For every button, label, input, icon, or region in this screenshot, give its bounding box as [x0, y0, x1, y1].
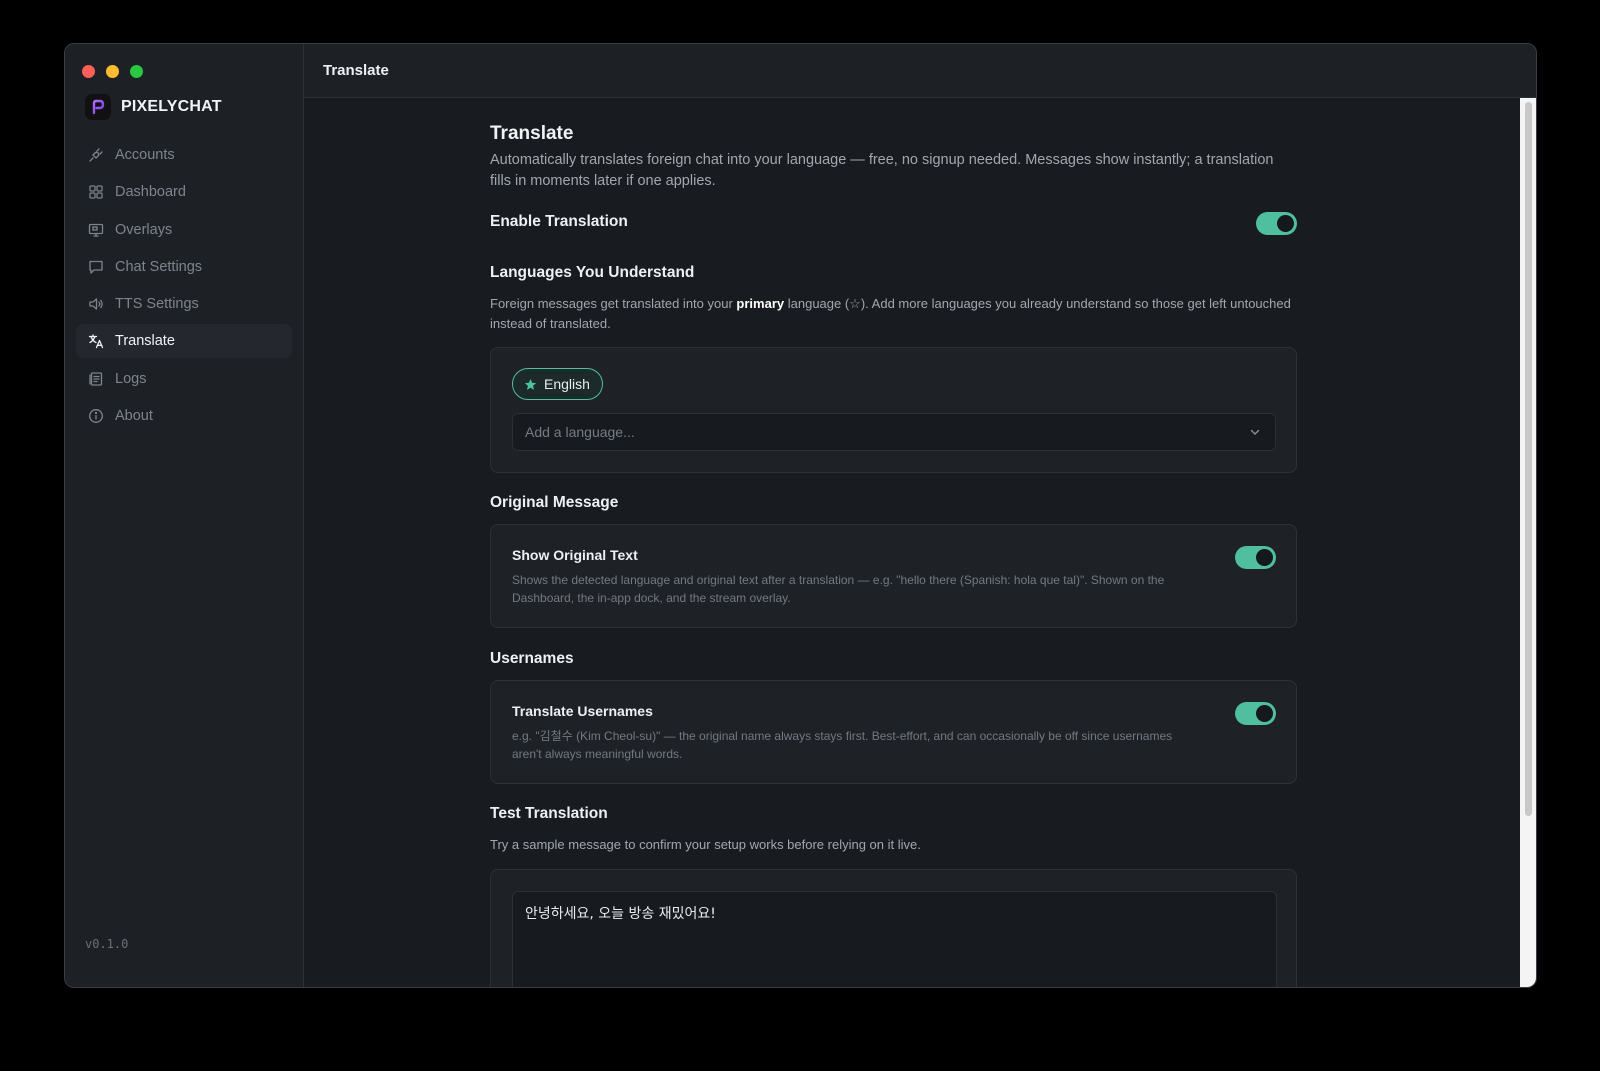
- page-title: Translate: [323, 62, 389, 79]
- test-translation-heading: Test Translation: [490, 805, 608, 822]
- main-content: Translate Automatically translates forei…: [304, 98, 1536, 987]
- languages-heading: Languages You Understand: [490, 264, 695, 281]
- app-logo-icon: [85, 94, 111, 120]
- test-translation-description: Try a sample message to confirm your set…: [490, 837, 921, 852]
- translate-usernames-toggle[interactable]: [1235, 702, 1276, 725]
- sidebar-item-label: About: [115, 408, 153, 425]
- app-version: v0.1.0: [85, 937, 129, 951]
- app-window: PIXELYCHAT Accounts Dashboard Overlays C…: [64, 43, 1537, 988]
- translate-usernames-card: Translate Usernames e.g. "김철수 (Kim Cheol…: [490, 680, 1297, 784]
- languages-description: Foreign messages get translated into you…: [490, 296, 1291, 331]
- sidebar-item-label: Logs: [115, 370, 147, 387]
- vertical-scrollbar[interactable]: [1520, 98, 1536, 987]
- sidebar-item-dashboard[interactable]: Dashboard: [76, 175, 292, 209]
- window-controls: [82, 65, 143, 78]
- grid-icon: [89, 185, 103, 199]
- minimize-window-button[interactable]: [106, 65, 119, 78]
- test-translation-card: 안녕하세요, 오늘 방송 재밌어요!: [490, 869, 1297, 987]
- show-original-description: Shows the detected language and original…: [512, 573, 1165, 605]
- chevron-down-icon: [1250, 429, 1260, 435]
- translate-icon: [88, 334, 104, 349]
- app-name: PIXELYCHAT: [121, 98, 222, 115]
- sidebar-item-label: Dashboard: [115, 184, 186, 201]
- languages-card: English Add a language...: [490, 347, 1297, 473]
- show-original-toggle[interactable]: [1235, 546, 1276, 569]
- scrollbar-thumb[interactable]: [1525, 102, 1532, 816]
- sample-message-input[interactable]: 안녕하세요, 오늘 방송 재밌어요!: [512, 891, 1277, 987]
- enable-translation-toggle[interactable]: [1256, 212, 1297, 235]
- brand: PIXELYCHAT: [85, 94, 222, 120]
- sidebar-item-overlays[interactable]: Overlays: [76, 213, 292, 247]
- sidebar-item-accounts[interactable]: Accounts: [76, 138, 292, 172]
- close-window-button[interactable]: [82, 65, 95, 78]
- enable-translation-label: Enable Translation: [490, 213, 628, 230]
- plug-icon: [89, 148, 103, 162]
- show-original-card: Show Original Text Shows the detected la…: [490, 524, 1297, 628]
- section-description: Automatically translates foreign chat in…: [490, 152, 1274, 189]
- maximize-window-button[interactable]: [130, 65, 143, 78]
- show-original-title: Show Original Text: [512, 547, 638, 563]
- sidebar-item-label: Translate: [115, 333, 175, 350]
- sidebar: PIXELYCHAT Accounts Dashboard Overlays C…: [65, 44, 304, 987]
- add-language-placeholder: Add a language...: [525, 424, 635, 440]
- sidebar-item-translate[interactable]: Translate: [76, 324, 292, 359]
- sidebar-item-label: Chat Settings: [115, 258, 203, 275]
- log-icon: [89, 372, 103, 386]
- section-title: Translate: [490, 123, 574, 144]
- original-message-heading: Original Message: [490, 494, 619, 511]
- sidebar-item-label: Overlays: [115, 221, 173, 238]
- sidebar-item-about[interactable]: About: [76, 399, 292, 433]
- sidebar-item-label: Accounts: [115, 147, 175, 163]
- language-chip-english[interactable]: English: [512, 368, 603, 400]
- translate-usernames-description: e.g. "김철수 (Kim Cheol-su)" — the original…: [512, 729, 1173, 761]
- info-icon: [89, 409, 103, 424]
- chat-icon: [89, 260, 103, 274]
- sample-message-text: 안녕하세요, 오늘 방송 재밌어요!: [525, 906, 716, 922]
- top-bar: Translate: [304, 44, 1536, 98]
- monitor-icon: [88, 223, 104, 237]
- speaker-icon: [89, 298, 103, 310]
- sidebar-item-label: TTS Settings: [115, 296, 199, 313]
- language-chip-label: English: [544, 376, 590, 392]
- sidebar-item-chat-settings[interactable]: Chat Settings: [76, 250, 292, 284]
- sidebar-nav: Accounts Dashboard Overlays Chat Setting…: [76, 138, 292, 436]
- add-language-select[interactable]: Add a language...: [512, 413, 1276, 451]
- usernames-heading: Usernames: [490, 650, 574, 667]
- translate-usernames-title: Translate Usernames: [512, 703, 653, 719]
- star-icon: [524, 378, 537, 390]
- sidebar-item-tts-settings[interactable]: TTS Settings: [76, 287, 292, 321]
- sidebar-item-logs[interactable]: Logs: [76, 362, 292, 396]
